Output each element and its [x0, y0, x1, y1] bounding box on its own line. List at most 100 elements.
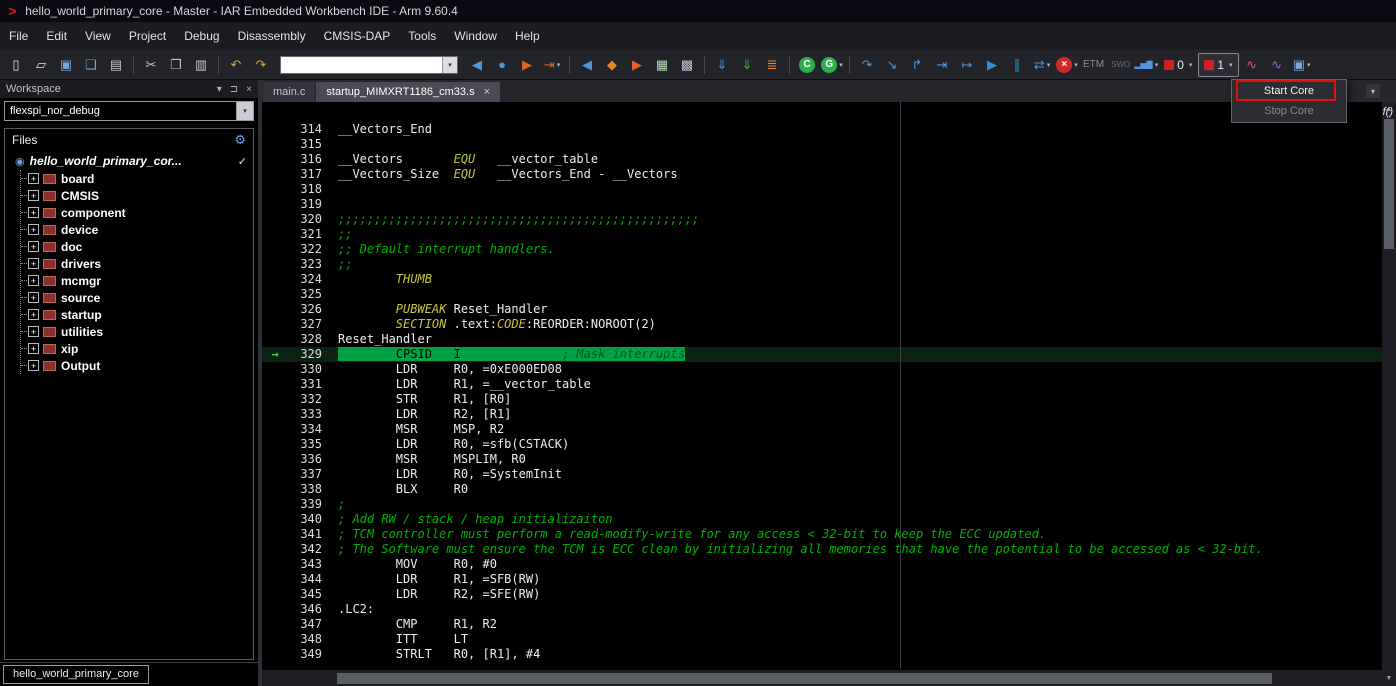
breakpoint-gutter[interactable]: [262, 587, 288, 602]
horizontal-scrollbar[interactable]: [262, 669, 1382, 686]
breakpoint-gutter[interactable]: [262, 407, 288, 422]
breakpoint-gutter[interactable]: [262, 332, 288, 347]
code-text[interactable]: LDR R2, [R1]: [330, 407, 511, 422]
reset-icon[interactable]: ⇄▾: [1030, 53, 1054, 77]
code-text[interactable]: CPSID I ; Mask interrupts: [330, 347, 685, 362]
menu-window[interactable]: Window: [445, 22, 506, 50]
breakpoint-gutter[interactable]: [262, 392, 288, 407]
compile-icon[interactable]: ▦: [650, 53, 674, 77]
step-over-icon[interactable]: ↷: [855, 53, 879, 77]
breakpoint-gutter[interactable]: [262, 437, 288, 452]
breakpoint-gutter[interactable]: [262, 632, 288, 647]
code-text[interactable]: CMP R1, R2: [330, 617, 497, 632]
code-text[interactable]: MSR MSP, R2: [330, 422, 504, 437]
save-all-icon[interactable]: ❏: [79, 53, 103, 77]
code-text[interactable]: SECTION .text:CODE:REORDER:NOROOT(2): [330, 317, 656, 332]
breakpoint-gutter[interactable]: [262, 302, 288, 317]
workspace-close-icon[interactable]: ×: [246, 84, 252, 95]
run-to-cursor-icon[interactable]: ↦: [955, 53, 979, 77]
expand-icon[interactable]: +: [28, 360, 39, 371]
erase-memory-icon[interactable]: ≣: [760, 53, 784, 77]
code-text[interactable]: [330, 182, 338, 197]
expand-icon[interactable]: +: [28, 309, 39, 320]
menu-view[interactable]: View: [76, 22, 120, 50]
code-text[interactable]: PUBWEAK Reset_Handler: [330, 302, 548, 317]
pin-icon[interactable]: ⊐: [230, 84, 238, 95]
workspace-bottom-tab[interactable]: hello_world_primary_core: [3, 665, 149, 684]
code-text[interactable]: LDR R1, =__vector_table: [330, 377, 591, 392]
editor-tab-startup-mimxrt1186-cm33-s[interactable]: startup_MIMXRT1186_cm33.s×: [316, 82, 500, 102]
tab-list-caret-icon[interactable]: ▾: [1366, 84, 1380, 98]
breakpoint-gutter[interactable]: [262, 452, 288, 467]
open-file-icon[interactable]: ▱: [29, 53, 53, 77]
breakpoint-gutter[interactable]: [262, 572, 288, 587]
breakpoint-gutter[interactable]: [262, 482, 288, 497]
attach-core-icon[interactable]: C: [795, 53, 819, 77]
expand-icon[interactable]: +: [28, 326, 39, 337]
goto-bookmark-icon[interactable]: ⇥▾: [540, 53, 564, 77]
breakpoint-gutter[interactable]: [262, 137, 288, 152]
code-text[interactable]: ;;: [330, 227, 352, 242]
redo-icon[interactable]: ↷: [249, 53, 273, 77]
stop-debug-icon[interactable]: ×▾: [1055, 53, 1079, 77]
breakpoint-gutter[interactable]: [262, 122, 288, 137]
nav-forward-icon[interactable]: ▶: [515, 53, 539, 77]
code-text[interactable]: [330, 137, 338, 152]
breakpoint-gutter[interactable]: [262, 152, 288, 167]
expand-icon[interactable]: +: [28, 190, 39, 201]
memory-save-icon[interactable]: ▣▾: [1290, 53, 1314, 77]
breakpoint-gutter[interactable]: [262, 287, 288, 302]
breakpoint-gutter[interactable]: [262, 377, 288, 392]
breakpoint-gutter[interactable]: [262, 197, 288, 212]
menu-cmsis-dap[interactable]: CMSIS-DAP: [315, 22, 400, 50]
breakpoint-gutter[interactable]: [262, 542, 288, 557]
play-icon[interactable]: ▶: [980, 53, 1004, 77]
tree-root-project[interactable]: ◉ hello_world_primary_cor... ✓: [15, 152, 253, 170]
save-icon[interactable]: ▣: [54, 53, 78, 77]
go-core-icon[interactable]: G▾: [820, 53, 844, 77]
code-text[interactable]: BLX R0: [330, 482, 468, 497]
code-text[interactable]: ;;;;;;;;;;;;;;;;;;;;;;;;;;;;;;;;;;;;;;;;…: [330, 212, 699, 227]
code-text[interactable]: ;;: [330, 257, 352, 272]
download-verify-icon[interactable]: ⇓: [735, 53, 759, 77]
code-text[interactable]: Reset_Handler: [330, 332, 432, 347]
menu-help[interactable]: Help: [506, 22, 549, 50]
next-bookmark-icon[interactable]: ▶: [625, 53, 649, 77]
menu-disassembly[interactable]: Disassembly: [229, 22, 315, 50]
code-text[interactable]: __Vectors EQU __vector_table: [330, 152, 598, 167]
search-dropdown-icon[interactable]: ▾: [442, 57, 457, 73]
code-text[interactable]: LDR R2, =SFE(RW): [330, 587, 540, 602]
code-text[interactable]: THUMB: [330, 272, 432, 287]
editor-tab-main-c[interactable]: main.c: [263, 82, 315, 102]
tree-item-component[interactable]: +component: [21, 204, 253, 221]
breakpoint-gutter[interactable]: [262, 272, 288, 287]
menu-edit[interactable]: Edit: [37, 22, 76, 50]
menu-project[interactable]: Project: [120, 22, 175, 50]
tree-item-xip[interactable]: +xip: [21, 340, 253, 357]
vertical-scrollbar[interactable]: ▲ ▼: [1382, 102, 1396, 686]
tree-item-utilities[interactable]: +utilities: [21, 323, 253, 340]
function-list-button[interactable]: f(): [1383, 106, 1393, 118]
tree-item-board[interactable]: +board: [21, 170, 253, 187]
code-text[interactable]: ITT LT: [330, 632, 468, 647]
expand-icon[interactable]: +: [28, 241, 39, 252]
code-text[interactable]: ; The Software must ensure the TCM is EC…: [330, 542, 1263, 557]
prev-bookmark-icon[interactable]: ◀: [575, 53, 599, 77]
swo-probe-icon[interactable]: ∿: [1240, 53, 1264, 77]
code-text[interactable]: ; Add RW / stack / heap initializaiton: [330, 512, 613, 527]
code-text[interactable]: MOV R0, #0: [330, 557, 497, 572]
workspace-menu-icon[interactable]: ▾: [217, 84, 222, 95]
expand-icon[interactable]: +: [28, 258, 39, 269]
code-text[interactable]: STR R1, [R0]: [330, 392, 511, 407]
menu-debug[interactable]: Debug: [175, 22, 228, 50]
code-text[interactable]: LDR R1, =SFB(RW): [330, 572, 540, 587]
expand-icon[interactable]: +: [28, 292, 39, 303]
menu-tools[interactable]: Tools: [399, 22, 445, 50]
breakpoint-gutter[interactable]: [262, 212, 288, 227]
download-flash-icon[interactable]: ⇓: [710, 53, 734, 77]
core1-button[interactable]: 1▾: [1198, 53, 1238, 77]
pause-icon[interactable]: ∥: [1005, 53, 1029, 77]
code-text[interactable]: ;; Default interrupt handlers.: [330, 242, 555, 257]
breakpoint-gutter[interactable]: [262, 617, 288, 632]
nav-back-icon[interactable]: ◀: [465, 53, 489, 77]
